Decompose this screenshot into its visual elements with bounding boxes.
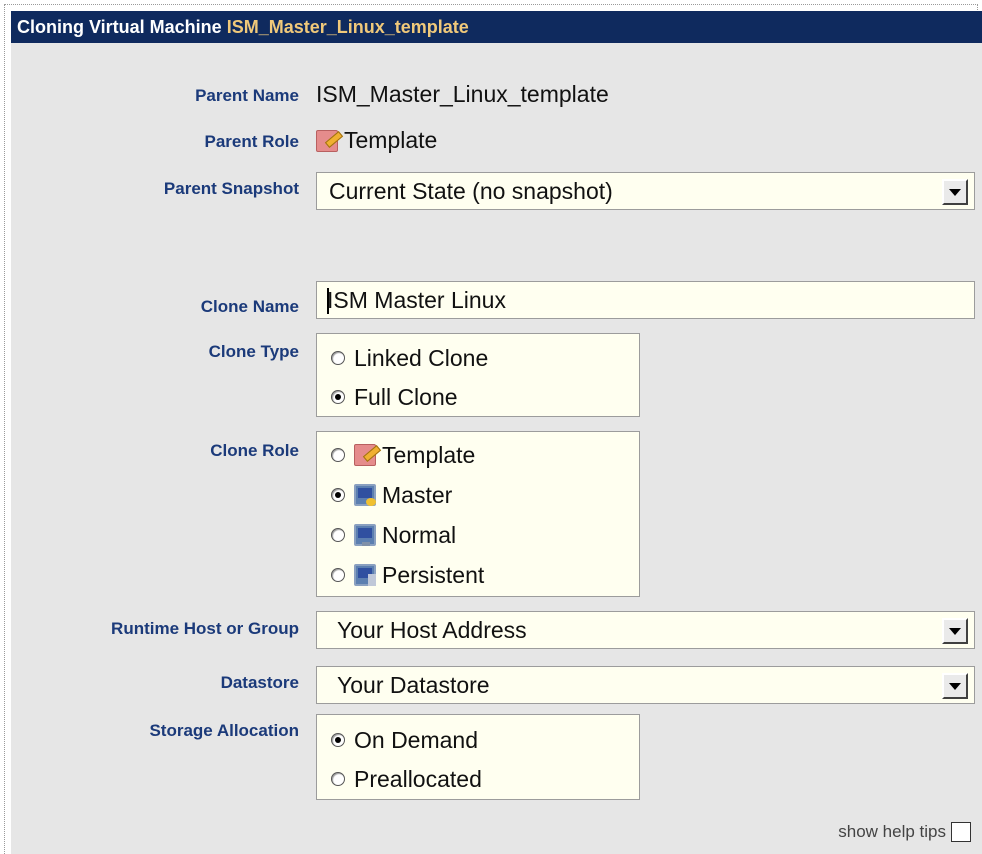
persistent-monitor-icon [354,564,376,586]
parent-name-value: ISM_Master_Linux_template [316,81,609,107]
parent-snapshot-value: Current State (no snapshot) [329,178,613,204]
radio-button[interactable] [331,351,345,365]
help-tips-label: show help tips [838,822,946,841]
clone-role-radio-group: Template Master Normal Persistent [316,431,640,597]
option-label: Normal [382,521,457,548]
datastore-value: Your Datastore [337,672,490,698]
monitor-icon [354,524,376,546]
template-icon [316,129,338,152]
template-icon [354,444,376,466]
chevron-down-icon[interactable] [942,673,968,699]
runtime-host-select[interactable]: Your Host Address [316,611,975,649]
clone-role-option-master[interactable]: Master [331,480,452,510]
clone-type-option-linked[interactable]: Linked Clone [331,343,488,373]
clone-type-label: Clone Type [208,342,299,361]
datastore-label: Datastore [220,673,299,692]
title-vm-name: ISM_Master_Linux_template [226,17,469,37]
clone-name-input[interactable]: ISM Master Linux [316,281,975,319]
clone-role-option-template[interactable]: Template [331,440,475,470]
option-label: Preallocated [354,765,482,792]
chevron-down-icon[interactable] [942,618,968,644]
storage-option-on-demand[interactable]: On Demand [331,725,478,755]
radio-button-selected[interactable] [331,390,345,404]
clone-name-value: ISM Master Linux [327,287,506,313]
runtime-host-label: Runtime Host or Group [111,619,299,638]
parent-role-value: Template [316,127,437,154]
option-label: Full Clone [354,383,458,410]
storage-allocation-label: Storage Allocation [149,721,299,740]
clone-type-radio-group: Linked Clone Full Clone [316,333,640,417]
parent-name-label: Parent Name [195,86,299,105]
parent-role-text: Template [344,127,438,153]
title-bar: Cloning Virtual Machine ISM_Master_Linux… [11,11,982,43]
text-caret [327,288,329,314]
parent-snapshot-label: Parent Snapshot [163,179,299,198]
clone-name-label: Clone Name [200,297,299,316]
option-label: Persistent [382,561,485,588]
storage-allocation-radio-group: On Demand Preallocated [316,714,640,800]
parent-snapshot-select[interactable]: Current State (no snapshot) [316,172,975,210]
radio-button[interactable] [331,528,345,542]
datastore-select[interactable]: Your Datastore [316,666,975,704]
radio-button[interactable] [331,448,345,462]
clone-role-label: Clone Role [210,441,299,460]
chevron-down-icon[interactable] [942,179,968,205]
parent-role-label: Parent Role [204,132,299,151]
radio-button[interactable] [331,568,345,582]
runtime-host-value: Your Host Address [337,617,527,643]
clone-vm-panel: Cloning Virtual Machine ISM_Master_Linux… [11,11,982,854]
help-tips-checkbox[interactable] [951,822,971,842]
option-label: On Demand [354,726,479,753]
help-tips-toggle[interactable]: show help tips [838,822,971,842]
clone-role-option-normal[interactable]: Normal [331,520,456,550]
radio-button-selected[interactable] [331,733,345,747]
master-monitor-icon [354,484,376,506]
clone-role-option-persistent[interactable]: Persistent [331,560,484,590]
option-label: Master [382,481,453,508]
title-prefix: Cloning Virtual Machine [17,17,222,37]
storage-option-preallocated[interactable]: Preallocated [331,764,482,794]
radio-button[interactable] [331,772,345,786]
option-label: Template [382,441,476,468]
option-label: Linked Clone [354,344,489,371]
radio-button-selected[interactable] [331,488,345,502]
clone-type-option-full[interactable]: Full Clone [331,382,458,412]
